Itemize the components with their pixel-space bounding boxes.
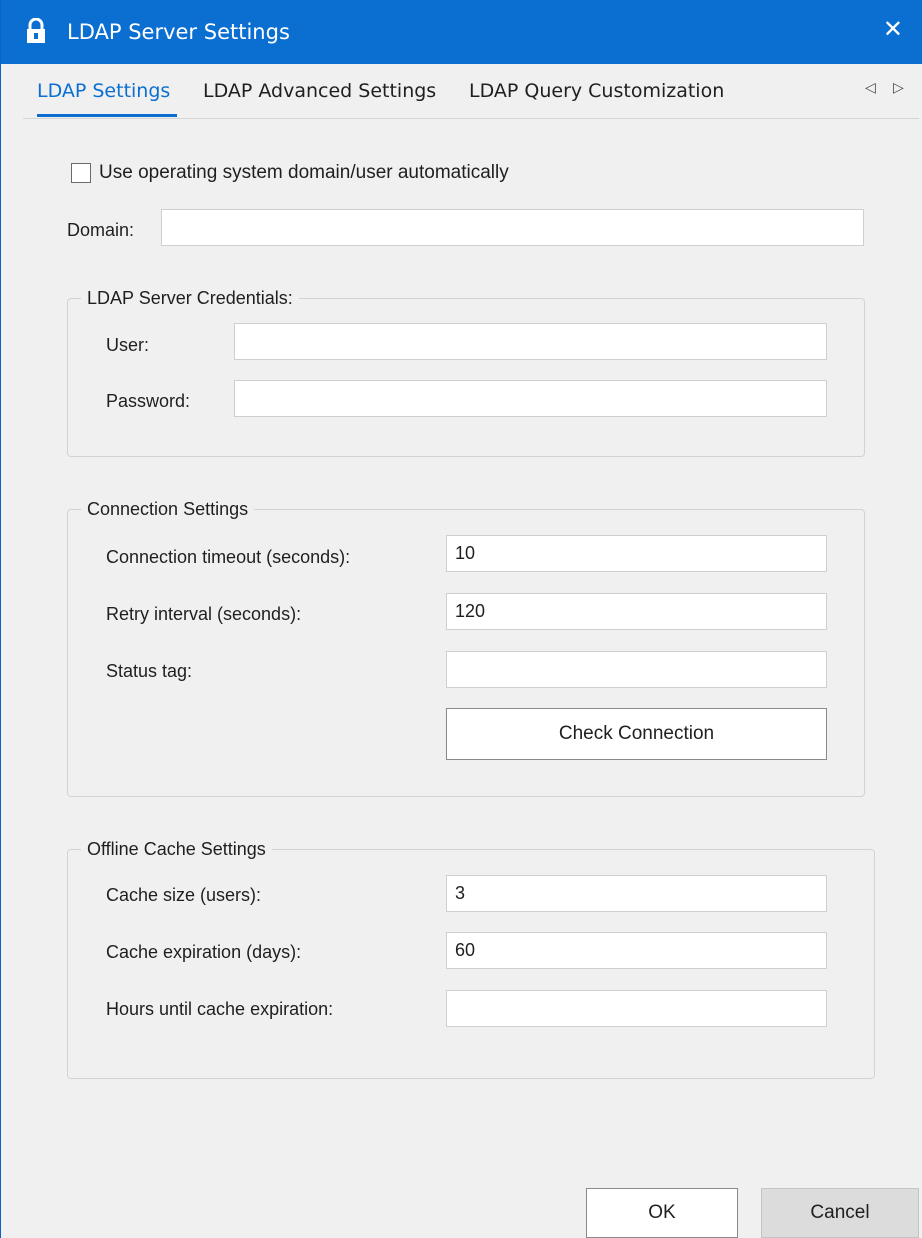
connection-timeout-input[interactable]: 10 — [446, 535, 827, 572]
close-icon[interactable]: ✕ — [883, 14, 903, 44]
tab-ldap-advanced-settings[interactable]: LDAP Advanced Settings — [203, 78, 436, 104]
tab-ldap-query-customization[interactable]: LDAP Query Customization — [469, 78, 724, 104]
password-input[interactable] — [234, 380, 827, 417]
tab-ldap-settings[interactable]: LDAP Settings — [37, 78, 170, 104]
cancel-button[interactable]: Cancel — [761, 1188, 919, 1238]
retry-interval-input[interactable]: 120 — [446, 593, 827, 630]
ok-button[interactable]: OK — [586, 1188, 738, 1238]
use-os-domain-checkbox[interactable] — [71, 163, 91, 183]
retry-interval-label: Retry interval (seconds): — [106, 604, 302, 624]
cache-expiration-input[interactable]: 60 — [446, 932, 827, 969]
cache-expiration-label: Cache expiration (days): — [106, 942, 302, 962]
connection-timeout-label: Connection timeout (seconds): — [106, 547, 351, 567]
password-label: Password: — [106, 391, 191, 411]
tab-scroll-left-icon[interactable]: ◁ — [865, 80, 876, 96]
status-tag-label: Status tag: — [106, 661, 193, 681]
title-bar: LDAP Server Settings ✕ — [1, 0, 922, 64]
hours-until-expiration-label: Hours until cache expiration: — [106, 999, 334, 1019]
hours-until-expiration-input[interactable] — [446, 990, 827, 1027]
cache-size-input[interactable]: 3 — [446, 875, 827, 912]
ldap-settings-dialog: LDAP Server Settings ✕ LDAP Settings LDA… — [0, 0, 922, 1238]
cache-size-label: Cache size (users): — [106, 885, 262, 905]
offline-cache-legend: Offline Cache Settings — [81, 837, 272, 861]
window-title: LDAP Server Settings — [67, 20, 290, 44]
user-input[interactable] — [234, 323, 827, 360]
domain-input[interactable] — [161, 209, 864, 246]
lock-icon — [25, 17, 47, 44]
tab-bar: LDAP Settings LDAP Advanced Settings LDA… — [23, 64, 919, 119]
check-connection-button[interactable]: Check Connection — [446, 708, 827, 760]
credentials-group — [67, 298, 865, 457]
user-label: User: — [106, 335, 150, 355]
status-tag-input[interactable] — [446, 651, 827, 688]
credentials-legend: LDAP Server Credentials: — [81, 286, 299, 310]
active-tab-indicator — [37, 114, 177, 117]
connection-legend: Connection Settings — [81, 497, 255, 521]
domain-label: Domain: — [67, 220, 135, 240]
use-os-domain-label: Use operating system domain/user automat… — [99, 162, 509, 183]
tab-scroll-right-icon[interactable]: ▷ — [893, 80, 904, 96]
